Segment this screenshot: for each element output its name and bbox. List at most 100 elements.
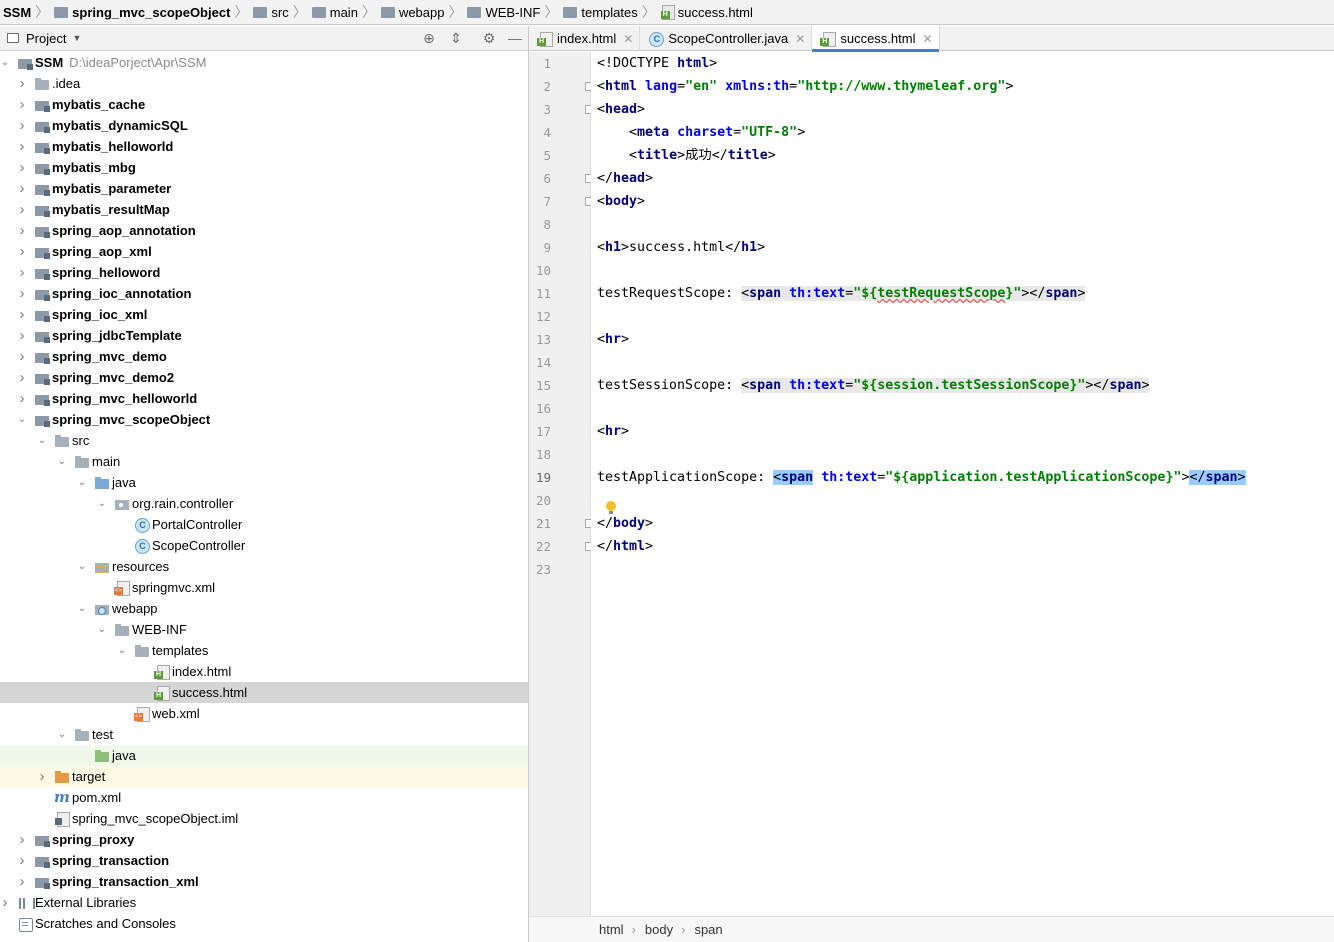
tree-item[interactable]: › mybatis_dynamicSQL: [0, 115, 528, 136]
code-editor[interactable]: <!DOCTYPE html> <html lang="en" xmlns:th=…: [591, 52, 1334, 916]
close-icon[interactable]: ✕: [795, 32, 805, 46]
tree-item[interactable]: › spring_proxy: [0, 829, 528, 850]
breadcrumb-item[interactable]: main 〉: [311, 0, 381, 25]
tree-item[interactable]: › mybatis_helloworld: [0, 136, 528, 157]
chevron-right-icon[interactable]: ›: [16, 180, 28, 197]
tree-item[interactable]: ⌄ main: [0, 451, 528, 472]
editor-tab[interactable]: ScopeController.java ✕: [640, 26, 813, 51]
tree-item[interactable]: › spring_mvc_helloworld: [0, 388, 528, 409]
tree-item[interactable]: › External Libraries: [0, 892, 528, 913]
tree-item[interactable]: › spring_helloword: [0, 262, 528, 283]
chevron-right-icon[interactable]: ›: [16, 243, 28, 260]
gear-icon[interactable]: ⚙: [481, 30, 497, 46]
tree-item[interactable]: ⌄ spring_mvc_scopeObject: [0, 409, 528, 430]
tree-item[interactable]: ⌄ src: [0, 430, 528, 451]
close-icon[interactable]: ✕: [623, 32, 633, 46]
chevron-right-icon[interactable]: ›: [0, 894, 11, 911]
tree-item[interactable]: › spring_transaction: [0, 850, 528, 871]
tree-item[interactable]: ⌄ org.rain.controller: [0, 493, 528, 514]
chevron-right-icon[interactable]: ›: [16, 96, 28, 113]
tree-item[interactable]: › spring_mvc_demo2: [0, 367, 528, 388]
breadcrumb-tag[interactable]: body: [645, 922, 673, 937]
breadcrumb-item[interactable]: src 〉: [253, 0, 311, 25]
tree-item[interactable]: ⌄ resources: [0, 556, 528, 577]
chevron-right-icon[interactable]: ›: [16, 369, 28, 386]
tree-item[interactable]: ›java: [0, 745, 528, 766]
tree-item[interactable]: ›springmvc.xml: [0, 577, 528, 598]
tree-item[interactable]: › spring_aop_annotation: [0, 220, 528, 241]
chevron-down-icon[interactable]: ⌄: [76, 603, 88, 614]
chevron-down-icon[interactable]: ⌄: [76, 561, 88, 572]
tree-item[interactable]: › target: [0, 766, 528, 787]
tree-item[interactable]: › .idea: [0, 73, 528, 94]
tree-item[interactable]: › spring_aop_xml: [0, 241, 528, 262]
breadcrumb-item[interactable]: spring_mvc_scopeObject 〉: [54, 0, 253, 25]
breadcrumb-item[interactable]: webapp 〉: [380, 0, 468, 25]
tree-item[interactable]: ⌄ java: [0, 472, 528, 493]
tree-item[interactable]: › mybatis_cache: [0, 94, 528, 115]
chevron-down-icon[interactable]: ⌄: [96, 498, 108, 509]
chevron-down-icon[interactable]: ⌄: [56, 456, 68, 467]
tree-item[interactable]: › spring_jdbcTemplate: [0, 325, 528, 346]
tree-item[interactable]: ⌄ SSM D:\ideaPorject\Apr\SSM: [0, 52, 528, 73]
code-token: <!DOCTYPE: [597, 56, 678, 71]
tree-item[interactable]: › mybatis_mbg: [0, 157, 528, 178]
tree-item[interactable]: › mybatis_parameter: [0, 178, 528, 199]
tree-item[interactable]: ⌄ WEB-INF: [0, 619, 528, 640]
chevron-right-icon[interactable]: ›: [16, 306, 28, 323]
breadcrumb-item[interactable]: templates 〉: [563, 0, 660, 25]
chevron-right-icon[interactable]: ›: [36, 768, 48, 785]
tree-item[interactable]: ›web.xml: [0, 703, 528, 724]
chevron-right-icon[interactable]: ›: [16, 75, 28, 92]
collapse-icon[interactable]: ⇕: [448, 30, 464, 46]
chevron-down-icon[interactable]: ▼: [72, 33, 81, 43]
tree-item[interactable]: ›ScopeController: [0, 535, 528, 556]
chevron-right-icon[interactable]: ›: [16, 831, 28, 848]
chevron-right-icon[interactable]: ›: [16, 117, 28, 134]
tree-item[interactable]: ›spring_mvc_scopeObject.iml: [0, 808, 528, 829]
maven-icon: [54, 788, 70, 806]
tree-item[interactable]: ›success.html: [0, 682, 528, 703]
tree-item[interactable]: › spring_ioc_annotation: [0, 283, 528, 304]
tree-item[interactable]: ›PortalController: [0, 514, 528, 535]
chevron-right-icon[interactable]: ›: [16, 327, 28, 344]
chevron-right-icon[interactable]: ›: [16, 285, 28, 302]
minimize-icon[interactable]: —: [507, 30, 523, 46]
locate-icon[interactable]: ⊕: [421, 30, 437, 46]
tree-item[interactable]: ⌄ test: [0, 724, 528, 745]
breadcrumb-item[interactable]: success.html: [660, 0, 753, 25]
tree-item[interactable]: ›pom.xml: [0, 787, 528, 808]
chevron-down-icon[interactable]: ⌄: [76, 477, 88, 488]
chevron-right-icon[interactable]: ›: [16, 222, 28, 239]
project-pane-title[interactable]: Project: [26, 31, 66, 46]
tree-item[interactable]: ⌄ webapp: [0, 598, 528, 619]
chevron-right-icon[interactable]: ›: [16, 873, 28, 890]
tree-item[interactable]: › spring_ioc_xml: [0, 304, 528, 325]
chevron-down-icon[interactable]: ⌄: [56, 729, 68, 740]
tree-item[interactable]: ⌄ templates: [0, 640, 528, 661]
tree-item[interactable]: › spring_transaction_xml: [0, 871, 528, 892]
breadcrumb-item[interactable]: SSM 〉: [3, 0, 54, 25]
tree-item[interactable]: ›index.html: [0, 661, 528, 682]
close-icon[interactable]: ✕: [922, 32, 932, 46]
chevron-down-icon[interactable]: ⌄: [0, 57, 11, 68]
breadcrumb-item[interactable]: WEB-INF 〉: [467, 0, 563, 25]
tree-item[interactable]: › mybatis_resultMap: [0, 199, 528, 220]
chevron-down-icon[interactable]: ⌄: [96, 624, 108, 635]
editor-tab[interactable]: success.html ✕: [812, 26, 940, 52]
tree-item[interactable]: ›Scratches and Consoles: [0, 913, 528, 934]
chevron-right-icon[interactable]: ›: [16, 390, 28, 407]
breadcrumb-tag[interactable]: span: [694, 922, 722, 937]
chevron-right-icon[interactable]: ›: [16, 138, 28, 155]
chevron-down-icon[interactable]: ⌄: [116, 645, 128, 656]
breadcrumb-tag[interactable]: html: [599, 922, 624, 937]
chevron-right-icon[interactable]: ›: [16, 852, 28, 869]
chevron-down-icon[interactable]: ⌄: [36, 435, 48, 446]
editor-tab[interactable]: index.html ✕: [529, 26, 641, 51]
chevron-right-icon[interactable]: ›: [16, 201, 28, 218]
tree-item[interactable]: › spring_mvc_demo: [0, 346, 528, 367]
chevron-right-icon[interactable]: ›: [16, 159, 28, 176]
chevron-right-icon[interactable]: ›: [16, 348, 28, 365]
chevron-down-icon[interactable]: ⌄: [16, 414, 28, 425]
chevron-right-icon[interactable]: ›: [16, 264, 28, 281]
